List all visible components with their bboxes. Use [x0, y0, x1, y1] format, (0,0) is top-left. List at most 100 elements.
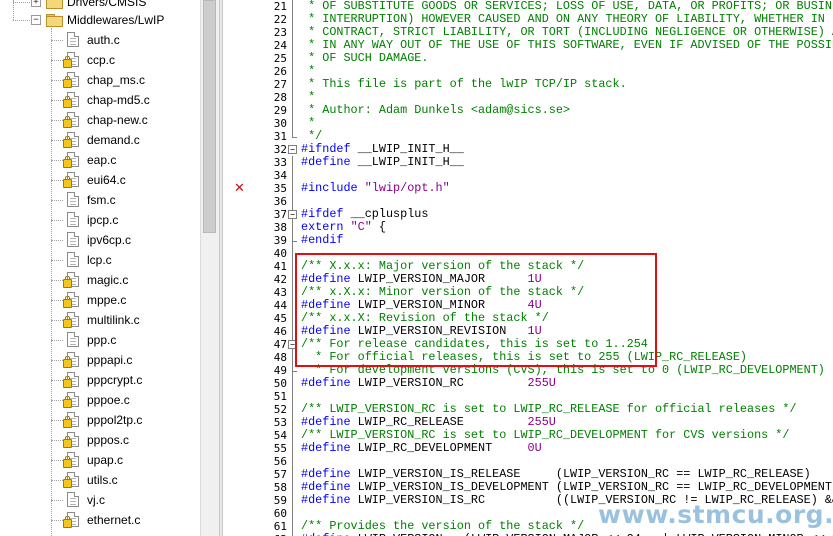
locked-c-file-icon [63, 132, 79, 148]
line-number: 56 [223, 455, 287, 468]
tree-file-item[interactable]: upap.c [0, 450, 200, 470]
locked-c-file-icon [63, 312, 79, 328]
tree-file-item[interactable]: auth.c [0, 30, 200, 50]
line-number-gutter[interactable]: 21 22 23 24 25 26 27 28 29 30 31 32 33 34 35 ✕ 36 37 38 39 4… [223, 0, 287, 536]
tree-scrollbar-thumb[interactable] [203, 0, 216, 233]
line-number-text: 44 [273, 299, 287, 312]
line-number: 30 [223, 117, 287, 130]
tree-file-item[interactable]: ccp.c [0, 50, 200, 70]
tree-file-item[interactable]: pppos.c [0, 430, 200, 450]
locked-c-file-icon [63, 412, 79, 428]
line-number: 38 [223, 221, 287, 234]
tree-file-item[interactable]: multilink.c [0, 310, 200, 330]
line-number-text: 55 [273, 442, 287, 455]
lock-icon [63, 376, 72, 388]
lock-icon [63, 456, 72, 468]
lock-icon [63, 56, 72, 68]
tree-group[interactable]: − Middlewares/LwIP [0, 10, 200, 30]
tree-connector [13, 20, 30, 21]
line-number-text: 31 [273, 130, 287, 143]
line-number-text: 35 [273, 182, 287, 195]
tree-file-item[interactable]: utils.c [0, 470, 200, 490]
tree-connector [51, 160, 63, 161]
line-number: 21 [223, 0, 287, 13]
line-number: 34 [223, 169, 287, 182]
line-number-text: 59 [273, 494, 287, 507]
line-number: 44 [223, 299, 287, 312]
collapse-icon[interactable]: − [31, 15, 41, 25]
code-line: * This file is part of the lwIP TCP/IP s… [301, 77, 627, 91]
tree-connector [51, 140, 63, 141]
expand-icon[interactable]: + [31, 0, 41, 7]
line-number: 52 [223, 403, 287, 416]
tree-file-item[interactable]: lcp.c [0, 250, 200, 270]
fold-toggle-icon[interactable]: − [288, 145, 297, 154]
locked-c-file-icon [63, 272, 79, 288]
line-number-text: 28 [273, 91, 287, 104]
line-number: 55 [223, 442, 287, 455]
tree-file-item[interactable]: ppp.c [0, 330, 200, 350]
tree-file-item[interactable]: pppcrypt.c [0, 370, 200, 390]
tree-file-label: utils.c [87, 473, 118, 487]
tree-file-item[interactable]: ipv6cp.c [0, 230, 200, 250]
line-number-text: 23 [273, 26, 287, 39]
tree-file-item[interactable]: chap-md5.c [0, 90, 200, 110]
folder-icon [46, 14, 63, 27]
line-number: 32 [223, 143, 287, 156]
tree-file-item[interactable]: eui64.c [0, 170, 200, 190]
tree-file-item[interactable]: pppapi.c [0, 350, 200, 370]
tree-connector [51, 260, 63, 261]
line-number-text: 40 [273, 247, 287, 260]
c-file-icon [67, 492, 79, 507]
line-number: 24 [223, 39, 287, 52]
tree-file-item[interactable]: ethernet.c [0, 510, 200, 530]
tree-file-item[interactable]: fsm.c [0, 190, 200, 210]
lock-icon [63, 396, 72, 408]
code-line: * OF SUCH DAMAGE. [301, 51, 429, 65]
line-number-text: 61 [273, 520, 287, 533]
tree-connector [51, 40, 63, 41]
tree-file-item[interactable]: pppol2tp.c [0, 410, 200, 430]
line-number: 22 [223, 13, 287, 26]
line-number-text: 54 [273, 429, 287, 442]
locked-c-file-icon [63, 432, 79, 448]
line-number-text: 47 [273, 338, 287, 351]
tree-file-item[interactable]: vj.c [0, 490, 200, 510]
line-number: 49 [223, 364, 287, 377]
tree-file-label: demand.c [87, 133, 140, 147]
line-number: 37 [223, 208, 287, 221]
tree-connector [51, 280, 63, 281]
tree-connector [51, 220, 63, 221]
fold-toggle-icon[interactable]: − [288, 210, 297, 219]
line-number-text: 53 [273, 416, 287, 429]
tree-file-label: ipcp.c [87, 213, 119, 227]
tree-file-item[interactable]: eap.c [0, 150, 200, 170]
tree-file-item[interactable]: pppoe.c [0, 390, 200, 410]
line-number: 35 ✕ [223, 182, 287, 195]
locked-c-file-icon [63, 372, 79, 388]
tree-connector [51, 520, 63, 521]
line-number: 41 [223, 260, 287, 273]
tree-connector [51, 300, 63, 301]
tree-file-item[interactable]: magic.c [0, 270, 200, 290]
locked-c-file-icon [63, 392, 79, 408]
tree-scrollbar[interactable] [200, 0, 219, 536]
tree-file-item[interactable]: mppe.c [0, 290, 200, 310]
code-line: #define LWIP_VERSION_RC 255U [301, 376, 556, 390]
lock-icon [63, 116, 72, 128]
c-file-icon [67, 232, 79, 247]
line-number-text: 48 [273, 351, 287, 364]
fold-end [292, 371, 297, 372]
tree-file-label: ccp.c [87, 53, 116, 67]
tree-file-item[interactable]: demand.c [0, 130, 200, 150]
tree-file-item[interactable]: chap-new.c [0, 110, 200, 130]
lock-icon [63, 156, 72, 168]
line-number: 61 [223, 520, 287, 533]
line-number-text: 60 [273, 507, 287, 520]
tree-file-item[interactable]: chap_ms.c [0, 70, 200, 90]
tree-file-item[interactable]: ipcp.c [0, 210, 200, 230]
line-number-text: 22 [273, 13, 287, 26]
breakpoint-error-icon[interactable]: ✕ [234, 182, 245, 195]
tree-file-label: mppe.c [87, 293, 127, 307]
line-number-text: 27 [273, 78, 287, 91]
